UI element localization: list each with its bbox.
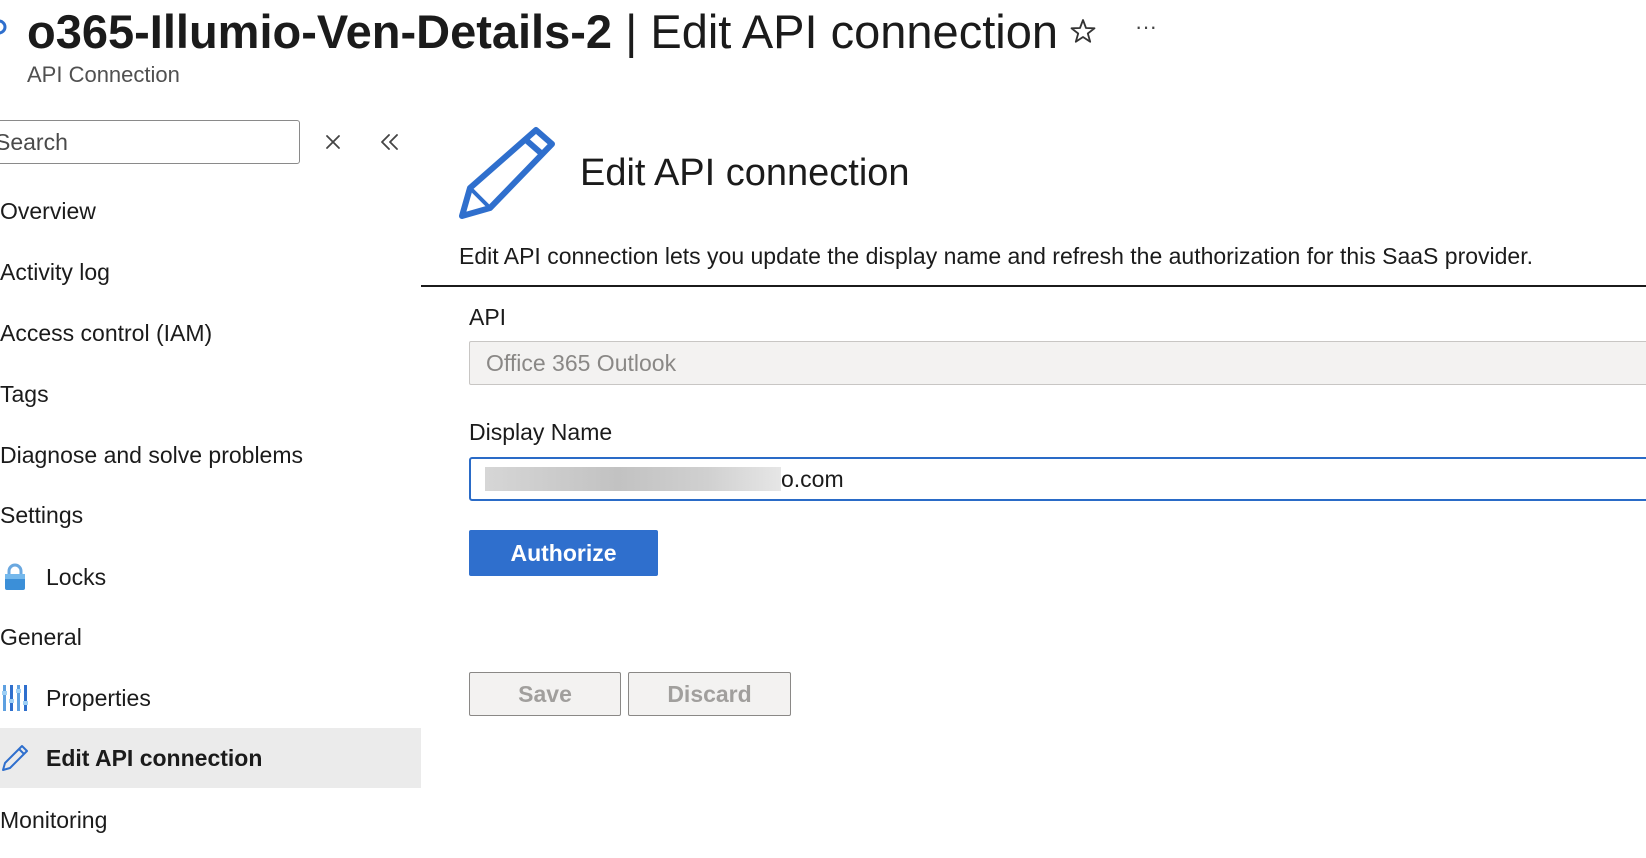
sidebar-item-label: Properties [46, 684, 151, 711]
display-name-suffix: o.com [781, 465, 844, 492]
sidebar-group-label: Monitoring [0, 806, 108, 833]
sidebar-item-activity-log[interactable]: Activity log [0, 242, 110, 302]
sidebar-item-label: Access control (IAM) [0, 319, 213, 346]
description-text: Edit API connection lets you update the … [459, 243, 1533, 269]
lock-icon [5, 563, 25, 590]
sidebar-item-access-control[interactable]: Access control (IAM) [0, 303, 212, 363]
pencil-icon [2, 745, 28, 771]
display-name-label: Display Name [469, 419, 613, 445]
more-icon[interactable]: ··· [1131, 16, 1161, 46]
resource-icon [0, 19, 7, 35]
collapse-sidebar-icon[interactable] [378, 131, 402, 153]
resource-name: o365-Illumio-Ven-Details-2 [27, 5, 613, 58]
api-label: API [469, 304, 507, 330]
sidebar-item-locks[interactable]: Locks [0, 547, 106, 607]
sidebar-item-label: Edit API connection [46, 744, 263, 771]
sidebar-item-label: Activity log [0, 258, 110, 285]
sidebar-group-general[interactable]: General [0, 607, 82, 667]
divider [421, 285, 1646, 287]
properties-icon [2, 685, 28, 711]
sidebar-item-tags[interactable]: Tags [0, 364, 49, 424]
sidebar-item-edit-api-connection[interactable]: Edit API connection [0, 728, 421, 788]
page-subtitle: API Connection [27, 62, 180, 87]
redacted-value [485, 467, 781, 491]
search-box [0, 120, 300, 164]
sidebar-item-overview[interactable]: Overview [0, 181, 96, 241]
page: o365-Illumio-Ven-Details-2 | Edit API co… [0, 0, 1646, 858]
sidebar-group-label: Settings [0, 501, 84, 528]
main-title: Edit API connection [580, 152, 910, 194]
sidebar-group-label: General [0, 623, 82, 650]
sidebar-item-diagnose[interactable]: Diagnose and solve problems [0, 425, 303, 485]
api-value: Office 365 Outlook [486, 349, 677, 376]
sidebar-group-settings[interactable]: Settings [0, 485, 83, 545]
pencil-icon [459, 127, 555, 219]
api-field: Office 365 Outlook [469, 341, 1646, 385]
display-name-field[interactable]: o.com [469, 457, 1646, 501]
section-title: Edit API connection [650, 5, 1058, 58]
sidebar-item-label: Locks [46, 563, 107, 590]
discard-button[interactable]: Discard [628, 672, 791, 716]
sidebar-item-label: Tags [0, 380, 49, 407]
authorize-button[interactable]: Authorize [469, 530, 658, 576]
sidebar-group-monitoring[interactable]: Monitoring [0, 790, 107, 850]
search-input[interactable] [0, 121, 299, 163]
sidebar-item-label: Overview [0, 197, 96, 224]
sidebar-item-properties[interactable]: Properties [0, 668, 151, 728]
sidebar-item-label: Diagnose and solve problems [0, 441, 304, 468]
save-button[interactable]: Save [469, 672, 621, 716]
page-title: o365-Illumio-Ven-Details-2 | Edit API co… [27, 4, 1058, 60]
close-icon[interactable] [322, 131, 344, 153]
star-icon[interactable] [1068, 16, 1098, 46]
title-separator: | [612, 5, 651, 58]
